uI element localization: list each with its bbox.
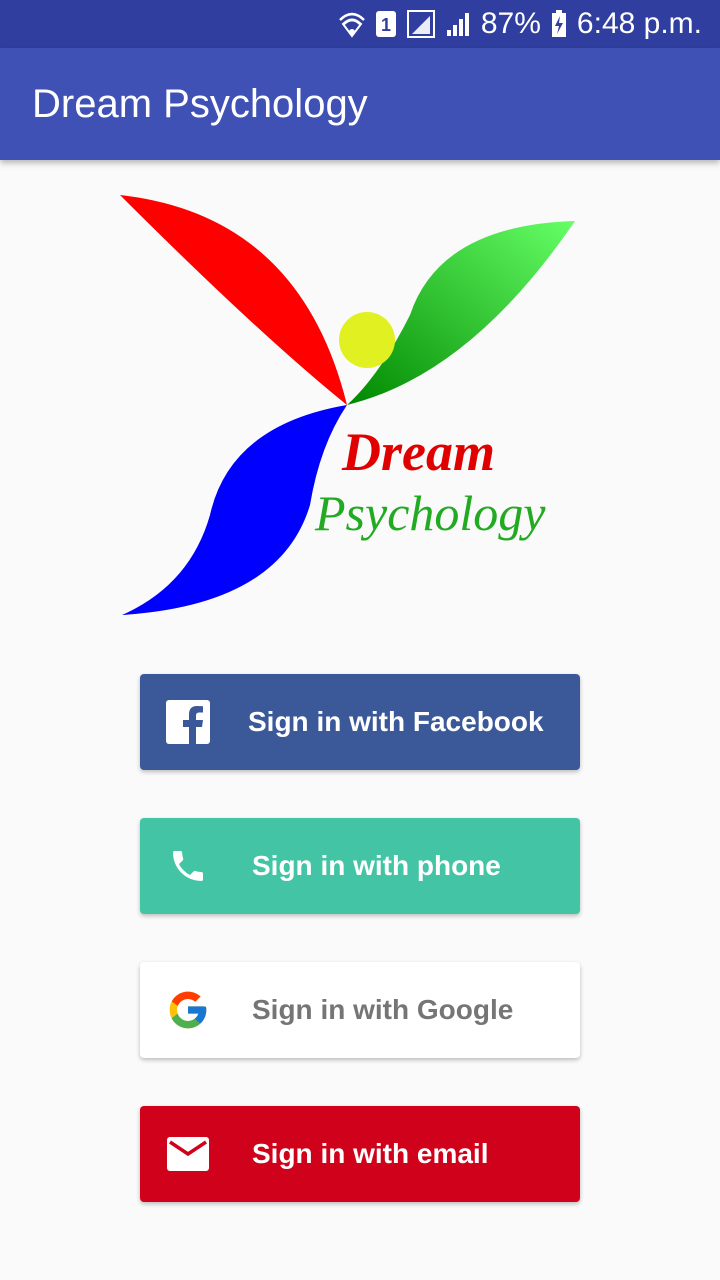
wifi-icon	[338, 10, 365, 38]
clock: 6:48 p.m.	[576, 7, 702, 40]
dream-psychology-logo: Dream Psychology	[120, 195, 575, 615]
sign-in-phone-button[interactable]: Sign in with phone	[140, 818, 580, 914]
sign-in-google-label: Sign in with Google	[252, 994, 514, 1025]
logo-red-petal	[120, 195, 347, 405]
logo-text-psychology: Psychology	[314, 485, 546, 541]
app-bar: Dream Psychology	[0, 48, 720, 160]
signal-box-icon	[406, 10, 435, 38]
mail-icon	[164, 1130, 212, 1178]
logo-blue-petal	[122, 405, 347, 615]
signal-icon	[445, 11, 471, 37]
sim-slot-number: 1	[381, 15, 391, 35]
sign-in-phone-label: Sign in with phone	[252, 850, 501, 881]
phone-icon	[164, 842, 212, 890]
status-bar: 1 87% 6:48 p.m.	[0, 0, 720, 48]
google-icon	[164, 986, 212, 1034]
sign-in-google-button[interactable]: Sign in with Google	[140, 962, 580, 1058]
sign-in-email-label: Sign in with email	[252, 1138, 489, 1169]
sign-in-facebook-button[interactable]: Sign in with Facebook	[140, 674, 580, 770]
logo-green-petal	[347, 221, 575, 405]
logo-text-dream: Dream	[341, 422, 495, 482]
battery-charging-icon	[551, 10, 567, 38]
app-title: Dream Psychology	[32, 81, 368, 126]
sign-in-facebook-label: Sign in with Facebook	[248, 706, 544, 737]
battery-percent: 87%	[480, 7, 541, 40]
logo-head-circle	[339, 312, 395, 368]
facebook-icon	[164, 698, 212, 746]
sim-badge-icon: 1	[375, 10, 397, 38]
sign-in-email-button[interactable]: Sign in with email	[140, 1106, 580, 1202]
